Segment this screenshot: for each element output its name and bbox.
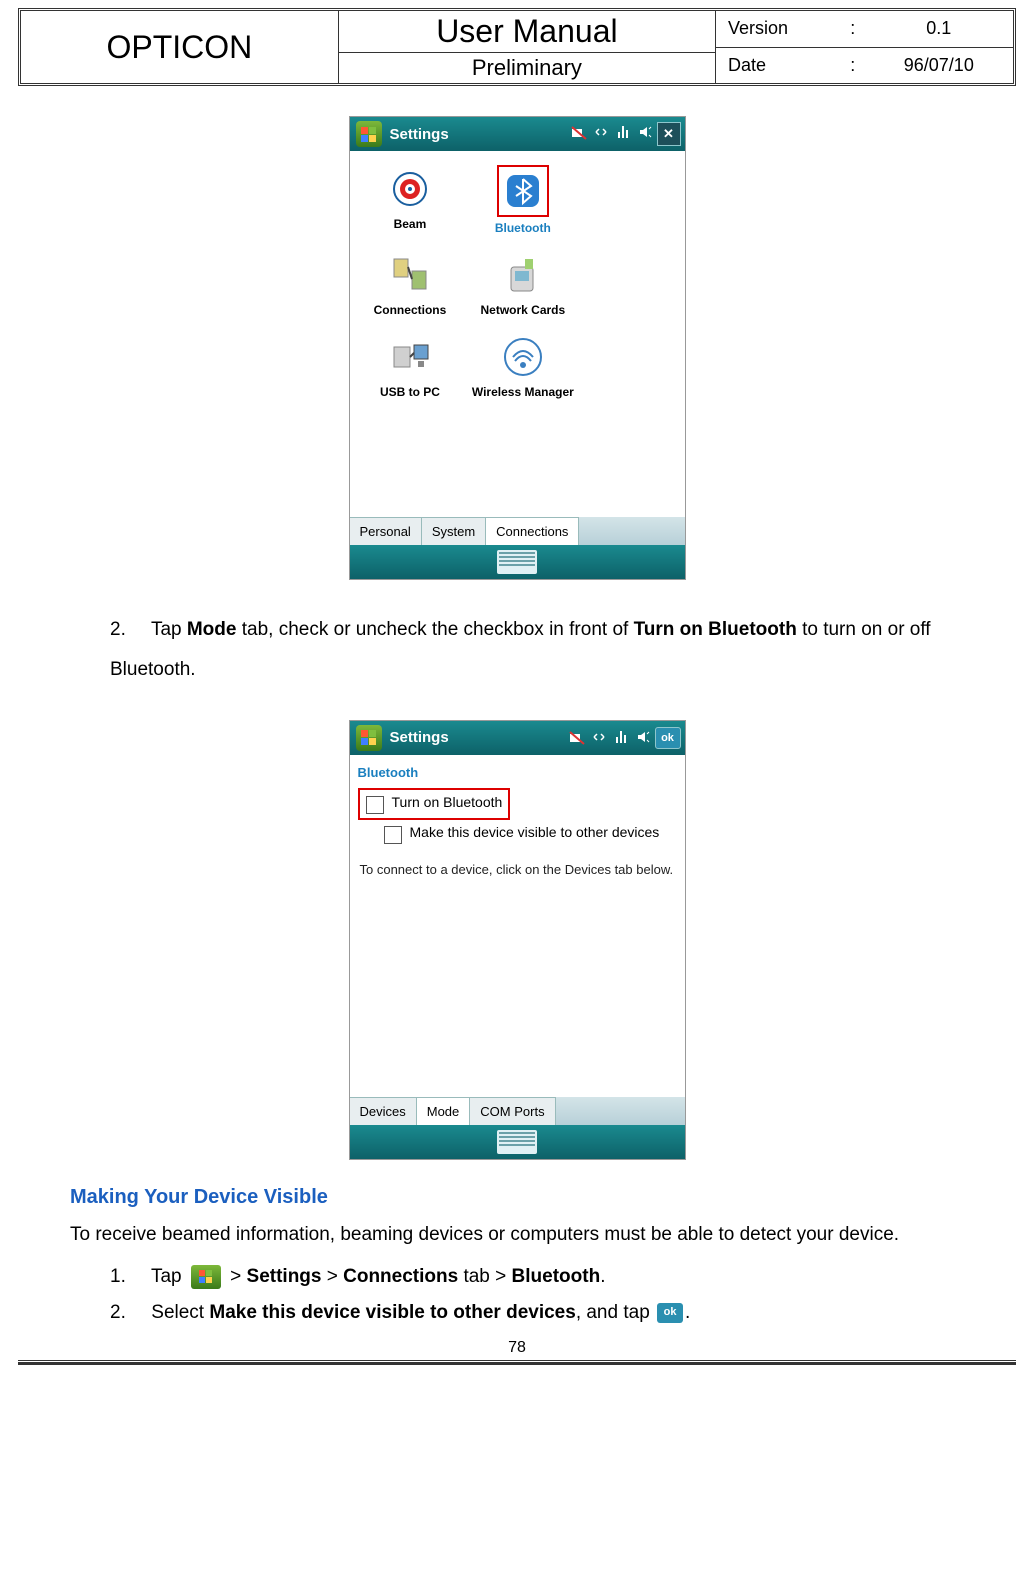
- connections-icon: [386, 251, 434, 299]
- section-steps: 1. Tap > Settings > Connections tab > Bl…: [110, 1259, 964, 1331]
- usb-to-pc-item[interactable]: USB to PC: [354, 327, 467, 409]
- footer-rule: [18, 1361, 1016, 1365]
- titlebar: Settings ✕: [350, 117, 685, 151]
- ok-icon: ok: [657, 1303, 683, 1323]
- system-tray: ok: [567, 727, 685, 749]
- bluetooth-icon: [497, 165, 549, 217]
- section-step-1: 1. Tap > Settings > Connections tab > Bl…: [110, 1259, 964, 1295]
- colon: :: [841, 18, 865, 39]
- bluetooth-item[interactable]: Bluetooth: [466, 159, 579, 245]
- start-icon: [191, 1265, 221, 1289]
- close-button[interactable]: ✕: [657, 122, 681, 146]
- network-muted-icon[interactable]: [569, 122, 589, 142]
- page-number: 78: [0, 1339, 1034, 1357]
- beam-label: Beam: [394, 217, 427, 231]
- tab-com-ports[interactable]: COM Ports: [470, 1097, 555, 1125]
- page: OPTICON User Manual Preliminary Version …: [0, 8, 1034, 1572]
- beam-icon: [386, 165, 434, 213]
- titlebar-text: Settings: [390, 729, 449, 746]
- wireless-manager-label: Wireless Manager: [472, 385, 574, 399]
- version-row: Version : 0.1: [716, 11, 1013, 48]
- section-step-2: 2. Select Make this device visible to ot…: [110, 1295, 964, 1331]
- version-value: 0.1: [865, 18, 1013, 39]
- wireless-manager-item[interactable]: Wireless Manager: [466, 327, 579, 409]
- step-num: 2.: [110, 610, 146, 650]
- icon-grid: Beam Bluetooth Connections Network Cards…: [354, 159, 681, 409]
- ok-button[interactable]: ok: [655, 727, 681, 749]
- tab-personal[interactable]: Personal: [350, 517, 422, 545]
- connections-label: Connections: [374, 303, 447, 317]
- section-title: Making Your Device Visible: [70, 1186, 964, 1209]
- system-tray: ✕: [569, 122, 685, 146]
- volume-icon[interactable]: [633, 727, 653, 747]
- meta-block: Version : 0.1 Date : 96/07/10: [716, 11, 1013, 83]
- keyboard-icon[interactable]: [497, 1130, 537, 1154]
- sip-bar: [350, 1125, 685, 1159]
- checkbox[interactable]: [366, 796, 384, 814]
- step-num: 1.: [110, 1259, 146, 1295]
- titlebar-text: Settings: [390, 126, 449, 143]
- bluetooth-body: Bluetooth Turn on Bluetooth Make this de…: [350, 755, 685, 1097]
- usb-to-pc-label: USB to PC: [380, 385, 440, 399]
- sync-icon[interactable]: [589, 727, 609, 747]
- sip-bar: [350, 545, 685, 579]
- screenshot-settings-connections: Settings ✕ Beam Bluetooth: [349, 116, 686, 580]
- tab-devices[interactable]: Devices: [350, 1097, 417, 1125]
- signal-icon[interactable]: [611, 727, 631, 747]
- tab-mode[interactable]: Mode: [417, 1097, 471, 1125]
- network-cards-item[interactable]: Network Cards: [466, 245, 579, 327]
- section-intro: To receive beamed information, beaming d…: [70, 1215, 964, 1255]
- bluetooth-label: Bluetooth: [495, 221, 551, 235]
- title-block: User Manual Preliminary: [338, 11, 716, 83]
- date-row: Date : 96/07/10: [716, 48, 1013, 84]
- brand: OPTICON: [21, 11, 338, 83]
- screenshot-bluetooth-mode: Settings ok Bluetooth Turn on Bluetooth …: [349, 720, 686, 1160]
- volume-icon[interactable]: [635, 122, 655, 142]
- wireless-manager-icon: [499, 333, 547, 381]
- bluetooth-heading: Bluetooth: [358, 761, 677, 788]
- step-num: 2.: [110, 1295, 146, 1331]
- tab-bar: Devices Mode COM Ports: [350, 1097, 685, 1125]
- keyboard-icon[interactable]: [497, 550, 537, 574]
- settings-body: Beam Bluetooth Connections Network Cards…: [350, 151, 685, 517]
- network-cards-icon: [499, 251, 547, 299]
- make-visible-row[interactable]: Make this device visible to other device…: [358, 820, 677, 848]
- network-muted-icon[interactable]: [567, 727, 587, 747]
- bluetooth-note: To connect to a device, click on the Dev…: [358, 848, 677, 877]
- step-text: Tap Mode tab, check or uncheck the check…: [110, 619, 931, 680]
- turn-on-bluetooth-row[interactable]: Turn on Bluetooth: [358, 788, 511, 820]
- date-value: 96/07/10: [865, 55, 1013, 76]
- date-label: Date: [716, 55, 841, 76]
- checkbox[interactable]: [384, 826, 402, 844]
- tab-connections[interactable]: Connections: [486, 517, 579, 545]
- connections-item[interactable]: Connections: [354, 245, 467, 327]
- usb-to-pc-icon: [386, 333, 434, 381]
- start-icon[interactable]: [356, 725, 382, 751]
- start-icon[interactable]: [356, 121, 382, 147]
- beam-item[interactable]: Beam: [354, 159, 467, 245]
- colon: :: [841, 55, 865, 76]
- doc-subtitle: Preliminary: [339, 53, 715, 83]
- tab-bar: Personal System Connections: [350, 517, 685, 545]
- titlebar: Settings ok: [350, 721, 685, 755]
- document-header: OPTICON User Manual Preliminary Version …: [18, 8, 1016, 86]
- make-visible-label: Make this device visible to other device…: [410, 824, 660, 840]
- sync-icon[interactable]: [591, 122, 611, 142]
- version-label: Version: [716, 18, 841, 39]
- doc-title: User Manual: [339, 11, 715, 53]
- tab-system[interactable]: System: [422, 517, 486, 545]
- turn-on-bluetooth-label: Turn on Bluetooth: [392, 794, 503, 810]
- signal-icon[interactable]: [613, 122, 633, 142]
- network-cards-label: Network Cards: [480, 303, 565, 317]
- step-2-text: 2. Tap Mode tab, check or uncheck the ch…: [110, 610, 964, 690]
